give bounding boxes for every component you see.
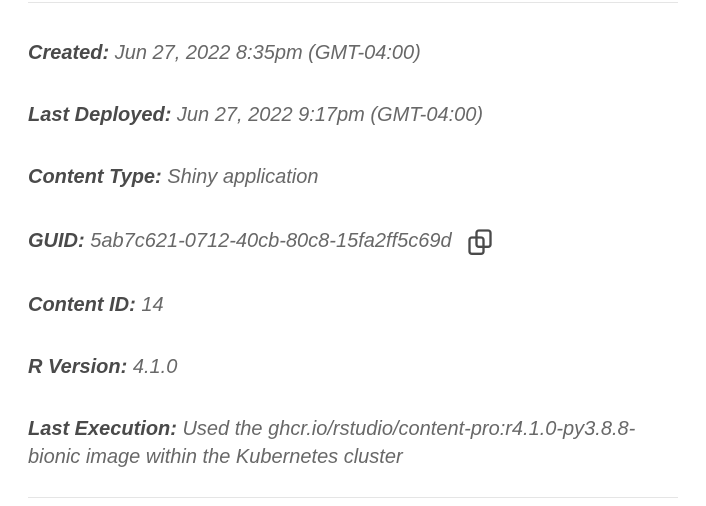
value-content-id: 14 [141,294,163,316]
label-last-deployed: Last Deployed: [28,104,171,126]
value-content-type: Shiny application [167,166,318,188]
value-guid: 5ab7c621-0712-40cb-80c8-15fa2ff5c69d [90,230,451,252]
field-content-id: Content ID: 14 [28,291,678,319]
value-created: Jun 27, 2022 8:35pm (GMT-04:00) [115,42,421,64]
label-guid: GUID: [28,230,85,252]
copy-guid-button[interactable] [464,225,496,257]
label-content-id: Content ID: [28,294,136,316]
value-r-version: 4.1.0 [133,356,177,378]
field-content-type: Content Type: Shiny application [28,163,678,191]
label-created: Created: [28,42,109,64]
field-r-version: R Version: 4.1.0 [28,353,678,381]
copy-icon [466,227,494,255]
field-created: Created: Jun 27, 2022 8:35pm (GMT-04:00) [28,39,678,67]
field-last-deployed: Last Deployed: Jun 27, 2022 9:17pm (GMT-… [28,101,678,129]
value-last-deployed: Jun 27, 2022 9:17pm (GMT-04:00) [177,104,483,126]
label-last-execution: Last Execution: [28,418,177,440]
bottom-divider [28,497,678,498]
field-last-execution: Last Execution: Used the ghcr.io/rstudio… [28,415,678,471]
field-guid: GUID: 5ab7c621-0712-40cb-80c8-15fa2ff5c6… [28,225,678,257]
label-r-version: R Version: [28,356,127,378]
guid-text: GUID: 5ab7c621-0712-40cb-80c8-15fa2ff5c6… [28,227,452,255]
label-content-type: Content Type: [28,166,162,188]
metadata-fields: Created: Jun 27, 2022 8:35pm (GMT-04:00)… [28,3,678,471]
